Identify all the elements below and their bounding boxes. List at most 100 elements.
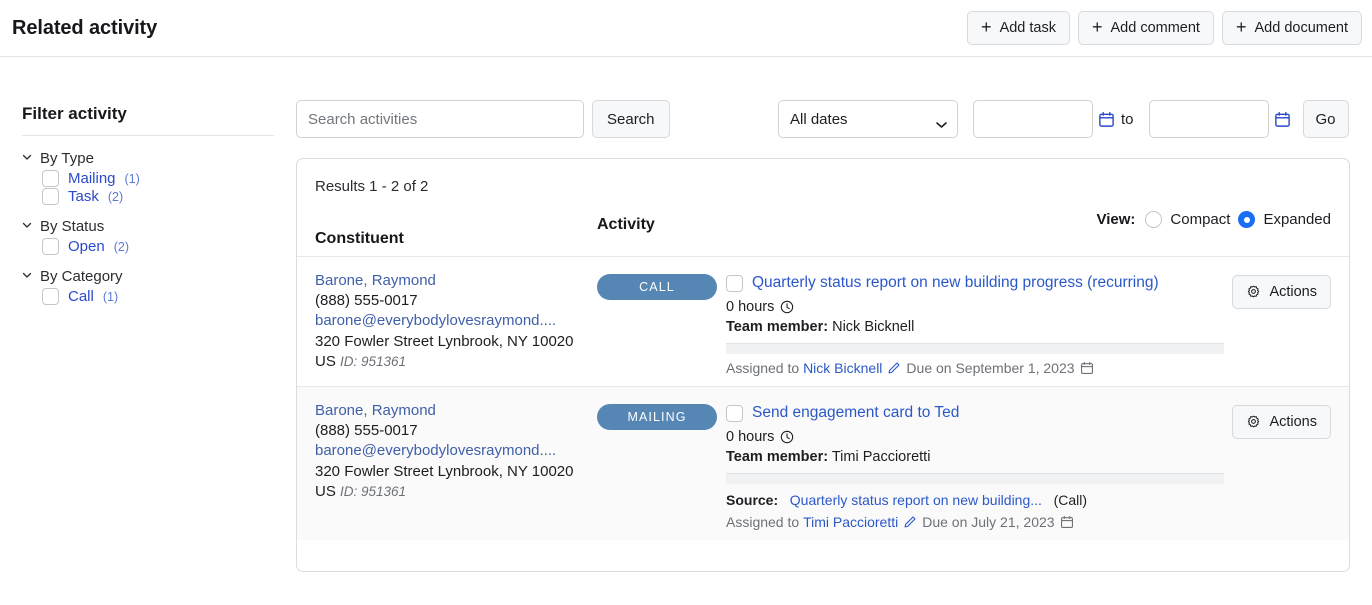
filter-item-open[interactable]: Open (2) bbox=[42, 238, 274, 255]
activity-team-member: Team member: Nick Bicknell bbox=[726, 319, 1201, 335]
team-member-name: Timi Paccioretti bbox=[831, 449, 931, 465]
date-range-selected-value: All dates bbox=[790, 110, 848, 128]
filter-sidebar: Filter activity By Type Mailing (1) Task… bbox=[22, 104, 274, 318]
filter-group-by-type: By Type Mailing (1) Task (2) bbox=[22, 150, 274, 205]
activity-cell: Quarterly status report on new building … bbox=[726, 271, 1224, 376]
add-comment-button[interactable]: + Add comment bbox=[1077, 11, 1214, 45]
activity-progress-bar bbox=[726, 343, 1224, 354]
activity-title-row: Send engagement card to Ted bbox=[726, 402, 1201, 423]
filter-item-call[interactable]: Call (1) bbox=[42, 288, 274, 305]
plus-icon: + bbox=[1235, 17, 1247, 37]
assigned-to-link[interactable]: Timi Paccioretti bbox=[803, 514, 898, 530]
filter-sidebar-title: Filter activity bbox=[22, 104, 127, 123]
constituent-name-link[interactable]: Barone, Raymond bbox=[315, 271, 597, 291]
constituent-address-line1: 320 Fowler Street bbox=[315, 332, 434, 350]
activity-type-badge: CALL bbox=[597, 274, 717, 300]
filter-item-count: (2) bbox=[107, 189, 124, 204]
constituent-email-link[interactable]: barone@everybodylovesraymond.... bbox=[315, 311, 597, 331]
activity-checkbox[interactable] bbox=[726, 405, 743, 422]
filter-item-label[interactable]: Call bbox=[68, 288, 94, 305]
constituent-id: ID: 951361 bbox=[340, 483, 407, 499]
constituent-cell: Barone, Raymond (888) 555-0017 barone@ev… bbox=[315, 271, 597, 376]
constituent-email-link[interactable]: barone@everybodylovesraymond.... bbox=[315, 441, 597, 461]
chevron-down-icon bbox=[22, 270, 32, 280]
actions-button-label: Actions bbox=[1269, 284, 1317, 300]
chevron-down-icon bbox=[22, 220, 32, 230]
activity-checkbox[interactable] bbox=[726, 275, 743, 292]
assigned-to-link[interactable]: Nick Bicknell bbox=[803, 360, 882, 376]
filter-group-by-category: By Category Call (1) bbox=[22, 268, 274, 305]
constituent-address-line2: Lynbrook, NY 10020 bbox=[437, 332, 574, 350]
filter-group-by-status: By Status Open (2) bbox=[22, 218, 274, 255]
activity-team-member: Team member: Timi Paccioretti bbox=[726, 449, 1201, 465]
filter-item-mailing[interactable]: Mailing (1) bbox=[42, 170, 274, 187]
results-card: Results 1 - 2 of 2 Constituent Activity … bbox=[296, 158, 1350, 572]
filter-group-toggle-by-category[interactable]: By Category bbox=[22, 268, 274, 285]
radio-expanded[interactable] bbox=[1238, 211, 1256, 228]
radio-expanded-label[interactable]: Expanded bbox=[1263, 211, 1331, 228]
filter-group-toggle-by-status[interactable]: By Status bbox=[22, 218, 274, 235]
divider bbox=[22, 135, 274, 136]
filter-item-label[interactable]: Mailing bbox=[68, 170, 116, 187]
activity-title-link[interactable]: Send engagement card to Ted bbox=[752, 402, 959, 423]
constituent-phone: (888) 555-0017 bbox=[315, 422, 418, 440]
activity-hours-value: 0 hours bbox=[726, 299, 775, 315]
source-link[interactable]: Quarterly status report on new building.… bbox=[790, 492, 1042, 508]
constituent-name-link[interactable]: Barone, Raymond bbox=[315, 401, 597, 421]
related-activity-page: Related activity + Add task + Add commen… bbox=[0, 0, 1372, 605]
checkbox-open[interactable] bbox=[42, 238, 59, 255]
gear-icon bbox=[1246, 285, 1261, 300]
checkbox-task[interactable] bbox=[42, 188, 59, 205]
date-range-select[interactable]: All dates bbox=[778, 100, 958, 138]
go-button[interactable]: Go bbox=[1302, 100, 1349, 138]
filter-item-count: (2) bbox=[113, 239, 129, 254]
add-task-button[interactable]: + Add task bbox=[967, 11, 1070, 45]
column-header-constituent: Constituent bbox=[315, 230, 404, 247]
date-to-input[interactable] bbox=[1148, 100, 1269, 138]
constituent-address-line1: 320 Fowler Street bbox=[315, 462, 434, 480]
activity-hours-value: 0 hours bbox=[726, 429, 775, 445]
table-row: Barone, Raymond (888) 555-0017 barone@ev… bbox=[297, 386, 1349, 540]
filter-item-label[interactable]: Open bbox=[68, 238, 105, 255]
filter-group-toggle-by-type[interactable]: By Type bbox=[22, 150, 274, 167]
calendar-icon-from[interactable] bbox=[1098, 111, 1115, 128]
page-title: Related activity bbox=[12, 16, 158, 39]
add-document-button[interactable]: + Add document bbox=[1221, 11, 1362, 45]
chevron-down-icon bbox=[22, 152, 32, 162]
constituent-country: US bbox=[315, 352, 336, 370]
activity-meta: Assigned to Nick Bicknell Due on Septemb… bbox=[726, 360, 1201, 376]
checkbox-call[interactable] bbox=[42, 288, 59, 305]
filter-item-task[interactable]: Task (2) bbox=[42, 188, 274, 205]
actions-button[interactable]: Actions bbox=[1232, 275, 1331, 309]
date-range-to-label: to bbox=[1121, 110, 1134, 128]
search-input[interactable] bbox=[296, 100, 584, 138]
plus-icon: + bbox=[1091, 17, 1103, 37]
activity-title-link[interactable]: Quarterly status report on new building … bbox=[752, 272, 1159, 293]
gear-icon bbox=[1246, 415, 1261, 430]
assigned-prefix: Assigned to bbox=[726, 360, 800, 376]
actions-button[interactable]: Actions bbox=[1232, 405, 1331, 439]
pencil-icon[interactable] bbox=[887, 361, 901, 375]
checkbox-mailing[interactable] bbox=[42, 170, 59, 187]
activity-hours: 0 hours bbox=[726, 429, 1201, 445]
clock-icon bbox=[780, 430, 794, 444]
filter-group-label: By Category bbox=[40, 268, 123, 285]
filter-item-label[interactable]: Task bbox=[68, 188, 99, 205]
activity-cell: Send engagement card to Ted 0 hours Team… bbox=[726, 401, 1224, 530]
results-count: Results 1 - 2 of 2 bbox=[315, 178, 429, 195]
due-date-text: Due on September 1, 2023 bbox=[906, 360, 1075, 376]
team-member-name: Nick Bicknell bbox=[832, 319, 915, 335]
add-document-label: Add document bbox=[1254, 20, 1348, 36]
radio-compact-label[interactable]: Compact bbox=[1170, 211, 1230, 228]
radio-compact[interactable] bbox=[1145, 211, 1163, 228]
add-task-label: Add task bbox=[999, 20, 1056, 36]
constituent-country: US bbox=[315, 482, 336, 500]
search-button[interactable]: Search bbox=[592, 100, 670, 138]
team-member-label: Team member: bbox=[726, 449, 829, 465]
source-label: Source: bbox=[726, 492, 779, 508]
pencil-icon[interactable] bbox=[903, 515, 917, 529]
view-label: View: bbox=[1096, 211, 1136, 228]
calendar-icon-to[interactable] bbox=[1274, 111, 1291, 128]
date-from-input[interactable] bbox=[973, 100, 1093, 138]
chevron-down-icon bbox=[936, 116, 947, 128]
